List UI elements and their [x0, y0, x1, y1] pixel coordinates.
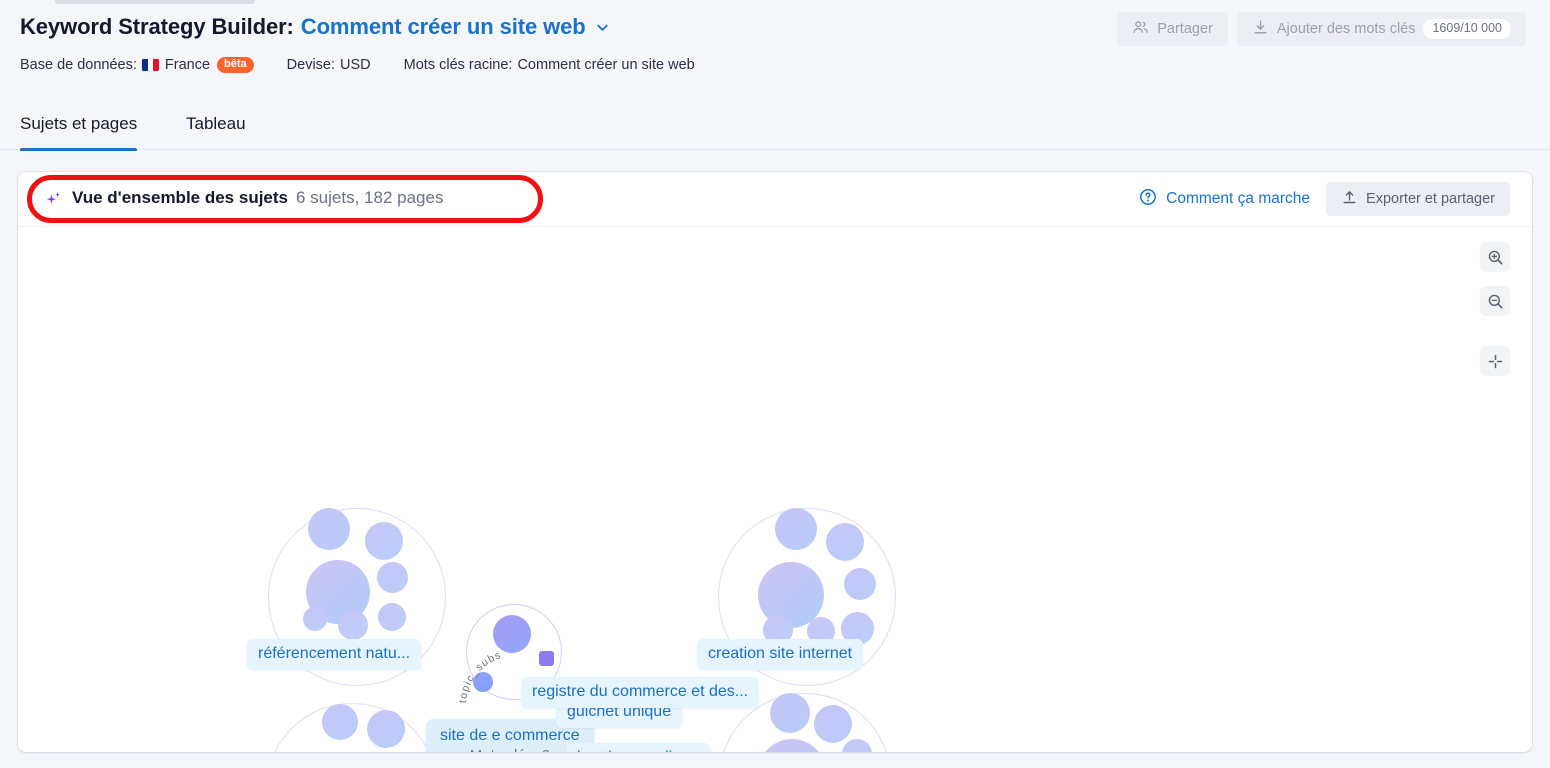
topic-label-chip[interactable]: creation site internet	[697, 639, 864, 670]
active-tab-indicator	[20, 148, 138, 151]
topic-bubble[interactable]	[365, 522, 403, 560]
card-subtitle: 6 sujets, 182 pages	[296, 188, 444, 207]
add-keywords-button-label: Ajouter des mots clés	[1276, 21, 1416, 37]
zoom-out-button[interactable]	[1480, 286, 1510, 316]
beta-badge: bêta	[217, 57, 254, 73]
topic-square-marker[interactable]	[539, 651, 554, 666]
topic-bubble[interactable]	[377, 562, 408, 593]
topic-bubble[interactable]	[826, 523, 864, 561]
graph-zoom-controls	[1480, 242, 1510, 390]
seed-keyword-meta: Mots clés racine: Comment créer un site …	[404, 57, 695, 73]
tooltip-title: site de e commerce	[440, 727, 580, 744]
tab-sujets-et-pages-label: Sujets et pages	[20, 114, 138, 133]
topic-bubble[interactable]	[775, 508, 817, 550]
card-header-actions: Comment ça marche Exporter et partager	[1139, 182, 1510, 216]
topic-bubble[interactable]	[367, 710, 405, 748]
currency-value: USD	[340, 57, 371, 73]
header-actions: Partager Ajouter des mots clés 1609/10 0…	[1117, 12, 1526, 46]
topic-bubble-main[interactable]	[493, 615, 531, 653]
topic-bubble[interactable]	[308, 508, 350, 550]
tooltip-keyword-count: Mots clés: 6	[440, 747, 580, 752]
tab-sujets-et-pages[interactable]: Sujets et pages	[20, 104, 138, 151]
upload-export-icon	[1341, 189, 1358, 210]
card-title-group: Vue d'ensemble des sujets 6 sujets, 182 …	[44, 188, 443, 213]
topics-overview-card: Vue d'ensemble des sujets 6 sujets, 182 …	[18, 172, 1532, 752]
card-title: Vue d'ensemble des sujets	[72, 188, 288, 207]
question-circle-icon	[1139, 188, 1157, 211]
chevron-down-icon[interactable]	[595, 20, 610, 35]
users-share-icon	[1132, 19, 1149, 40]
page-header: Keyword Strategy Builder: Comment créer …	[0, 0, 1550, 104]
topic-bubble[interactable]	[303, 607, 327, 631]
topic-bubble[interactable]	[814, 705, 852, 743]
topic-label-chip[interactable]: registre du commerce et des...	[521, 677, 760, 708]
database-label: Base de données:	[20, 57, 137, 73]
tab-tableau[interactable]: Tableau	[186, 104, 246, 150]
card-header: Vue d'ensemble des sujets 6 sujets, 182 …	[18, 172, 1532, 227]
how-it-works-link[interactable]: Comment ça marche	[1139, 188, 1310, 211]
how-it-works-label: Comment ça marche	[1166, 190, 1311, 207]
database-meta: Base de données: France bêta	[20, 57, 254, 73]
topic-bubble[interactable]	[844, 568, 876, 600]
topic-label-chip[interactable]: référencement natu...	[247, 639, 422, 670]
france-flag-icon	[141, 59, 159, 71]
seed-keyword-value: Comment créer un site web	[517, 57, 695, 73]
zoom-in-button[interactable]	[1480, 242, 1510, 272]
topic-bubble[interactable]	[322, 704, 358, 740]
tab-tableau-label: Tableau	[186, 114, 246, 133]
currency-label: Devise:	[286, 57, 336, 73]
export-and-share-button[interactable]: Exporter et partager	[1326, 182, 1510, 216]
topic-label-chip[interactable]: boutique en ligne	[566, 743, 710, 752]
add-keywords-button[interactable]: Ajouter des mots clés 1609/10 000	[1236, 12, 1526, 46]
fit-to-screen-button[interactable]	[1480, 346, 1510, 376]
project-name-link[interactable]: Comment créer un site web	[301, 14, 586, 40]
topic-bubble[interactable]	[338, 610, 368, 640]
topics-graph-canvas[interactable]: référencement natu... creation site inte…	[18, 227, 1532, 752]
share-button-label: Partager	[1157, 21, 1213, 37]
topic-bubble[interactable]	[770, 693, 810, 733]
ai-sparkle-icon	[44, 190, 64, 215]
tab-bar: Sujets et pages Tableau	[0, 104, 1550, 151]
seed-keyword-label: Mots clés racine:	[403, 57, 513, 73]
download-import-icon	[1252, 19, 1269, 40]
database-value: France	[164, 57, 211, 73]
page-title-prefix: Keyword Strategy Builder:	[20, 14, 294, 39]
keywords-quota-badge: 1609/10 000	[1423, 19, 1511, 39]
currency-meta: Devise: USD	[287, 57, 371, 73]
export-and-share-label: Exporter et partager	[1366, 191, 1495, 207]
page-title: Keyword Strategy Builder: Comment créer …	[20, 14, 610, 40]
share-button[interactable]: Partager	[1117, 12, 1228, 46]
meta-row: Base de données: France bêta Devise: USD…	[20, 57, 695, 73]
topic-bubble[interactable]	[378, 603, 406, 631]
svg-text:topic_subs: topic_subs	[458, 651, 503, 704]
